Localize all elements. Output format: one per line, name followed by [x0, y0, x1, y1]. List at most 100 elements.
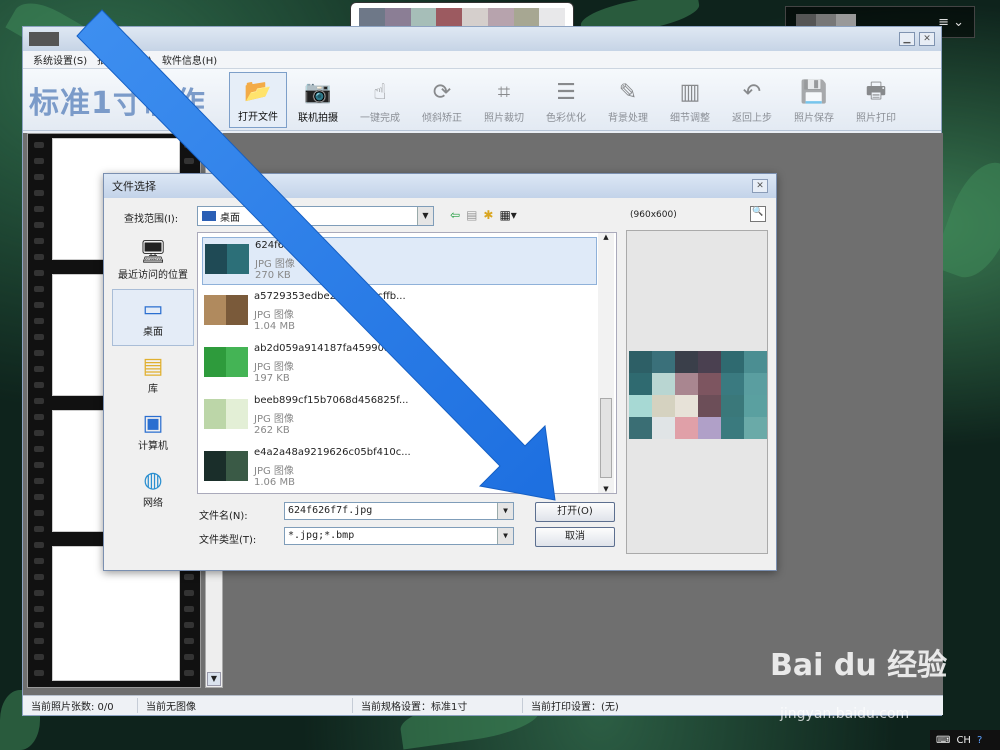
close-button[interactable]: ✕	[919, 32, 935, 46]
tool-button-2[interactable]: ☝ 一键完成	[349, 72, 411, 128]
histogram-icon: ▥	[679, 80, 701, 105]
sprocket-hole	[34, 142, 44, 148]
tool-button-3[interactable]: ⟳ 倾斜矫正	[411, 72, 473, 128]
file-item[interactable]: ab2d059a914187fa45990a88... JPG 图像 197 KB	[202, 341, 597, 389]
file-name: 624f626f7f.jpg	[255, 240, 329, 251]
place-library[interactable]: ▤ 库	[112, 346, 194, 403]
tool-button-8[interactable]: ↶ 返回上步	[721, 72, 783, 128]
tool-label: 打开文件	[238, 111, 278, 123]
file-dialog: 文件选择 ✕ 查找范围(I): 桌面 ▼ ⇦ ▤ ✱ ▦▾ 🖥 最近访问的位置 …	[103, 173, 777, 571]
sprocket-hole	[34, 478, 44, 484]
status-print: 当前打印设置：(无)	[531, 702, 619, 713]
nav-toolbar: ⇦ ▤ ✱ ▦▾	[450, 208, 517, 222]
file-item[interactable]: 624f626f7f.jpg JPG 图像 270 KB	[202, 237, 597, 285]
scroll-down-icon[interactable]: ▼	[207, 672, 221, 686]
sprocket-hole	[34, 206, 44, 212]
recent-places-icon: 🖥	[139, 240, 167, 265]
file-type: JPG 图像	[254, 362, 294, 373]
new-folder-icon[interactable]: ✱	[483, 208, 493, 222]
sprocket-hole	[34, 254, 44, 260]
place-desktop[interactable]: ▭ 桌面	[112, 289, 194, 346]
tool-button-9[interactable]: 💾 照片保存	[783, 72, 845, 128]
tool-label: 背景处理	[608, 112, 648, 124]
language-indicator[interactable]: CH	[956, 735, 971, 746]
desktop-icon	[202, 211, 216, 221]
sprocket-hole	[34, 350, 44, 356]
sprocket-hole	[34, 494, 44, 500]
tool-button-7[interactable]: ▥ 细节调整	[659, 72, 721, 128]
computer-icon: ▣	[142, 411, 164, 436]
sprocket-hole	[34, 158, 44, 164]
open-button[interactable]: 打开(O)	[535, 502, 615, 522]
sprocket-hole	[34, 174, 44, 180]
place-computer[interactable]: ▣ 计算机	[112, 403, 194, 460]
place-label: 最近访问的位置	[118, 270, 188, 281]
file-thumbnail	[204, 347, 248, 377]
file-size: 197 KB	[254, 373, 290, 384]
tool-button-0[interactable]: 📂 打开文件	[229, 71, 287, 128]
folder-icon: 📂	[244, 79, 272, 104]
filename-field[interactable]: 624f626f7f.jpg ▼	[284, 502, 514, 520]
printer-icon: 🖶	[865, 78, 887, 104]
file-list-scrollbar[interactable]: ▲ ▼	[598, 233, 614, 493]
hand-icon: ☝	[373, 80, 387, 105]
menu-software-info[interactable]: 软件信息(H)	[162, 52, 217, 67]
watermark-logo: Bai du 经验	[770, 648, 948, 683]
sprocket-hole	[34, 286, 44, 292]
network-icon: ◍	[143, 468, 163, 493]
tool-button-5[interactable]: ☰ 色彩优化	[535, 72, 597, 128]
menu-batch[interactable]: 批量处理(B)	[97, 52, 152, 67]
chevron-down-icon[interactable]: ▼	[497, 528, 513, 544]
filename-value: 624f626f7f.jpg	[288, 505, 373, 516]
file-thumbnail	[204, 399, 248, 429]
sprocket-hole	[34, 302, 44, 308]
zoom-icon[interactable]: 🔍	[750, 206, 766, 222]
sprocket-hole	[34, 446, 44, 452]
tool-label: 联机拍摄	[298, 112, 338, 124]
place-network[interactable]: ◍ 网络	[112, 460, 194, 517]
menu-system-settings[interactable]: 系统设置(S)	[33, 52, 87, 67]
scroll-up-icon[interactable]: ▲	[598, 233, 614, 241]
undo-icon: ↶	[742, 80, 762, 105]
keyboard-icon[interactable]: ⌨	[936, 735, 950, 746]
place-recent[interactable]: 🖥 最近访问的位置	[112, 232, 194, 289]
scroll-up-icon[interactable]: ▲	[207, 135, 221, 149]
tool-label: 照片保存	[794, 112, 834, 124]
lookin-select[interactable]: 桌面 ▼	[197, 206, 434, 226]
tool-label: 倾斜矫正	[422, 112, 462, 124]
file-item[interactable]: beeb899cf15b7068d456825f... JPG 图像 262 KB	[202, 393, 597, 441]
tool-label: 一键完成	[360, 112, 400, 124]
place-label: 网络	[143, 498, 163, 509]
tool-button-10[interactable]: 🖶 照片打印	[845, 72, 907, 128]
tool-button-6[interactable]: ✎ 背景处理	[597, 72, 659, 128]
sprocket-hole	[34, 318, 44, 324]
sprocket-hole	[34, 462, 44, 468]
help-icon[interactable]: ?	[977, 735, 982, 746]
chevron-down-icon[interactable]: ▼	[497, 503, 513, 519]
minimize-button[interactable]: ▁	[899, 32, 915, 46]
scroll-thumb[interactable]	[600, 398, 612, 478]
scroll-down-icon[interactable]: ▼	[598, 485, 614, 493]
up-folder-icon[interactable]: ▤	[466, 208, 477, 222]
back-icon[interactable]: ⇦	[450, 208, 460, 222]
file-name: e4a2a48a9219626c05bf410c...	[254, 447, 411, 458]
sprocket-hole	[184, 590, 194, 596]
tool-button-1[interactable]: 📷 联机拍摄	[287, 72, 349, 128]
file-size: 262 KB	[254, 425, 290, 436]
chevron-down-icon[interactable]: ▼	[417, 207, 433, 225]
file-item[interactable]: a5729353edbe2694...35cffb... JPG 图像 1.04 M…	[202, 289, 597, 337]
cancel-button[interactable]: 取消	[535, 527, 615, 547]
sprocket-hole	[34, 238, 44, 244]
file-type: JPG 图像	[254, 466, 294, 477]
dialog-close-button[interactable]: ✕	[752, 179, 768, 193]
sprocket-hole	[34, 382, 44, 388]
file-item[interactable]: e4a2a48a9219626c05bf410c... JPG 图像 1.06 MB	[202, 445, 597, 493]
sprocket-hole	[34, 334, 44, 340]
tool-button-4[interactable]: ⌗ 照片裁切	[473, 72, 535, 128]
crop-icon: ⌗	[497, 80, 511, 105]
preview-size: (960x600)	[630, 210, 677, 220]
tool-label: 色彩优化	[546, 112, 586, 124]
title-bar: ▁ ✕	[23, 27, 941, 51]
filetype-select[interactable]: *.jpg;*.bmp ▼	[284, 527, 514, 545]
view-menu-icon[interactable]: ▦▾	[499, 208, 516, 222]
